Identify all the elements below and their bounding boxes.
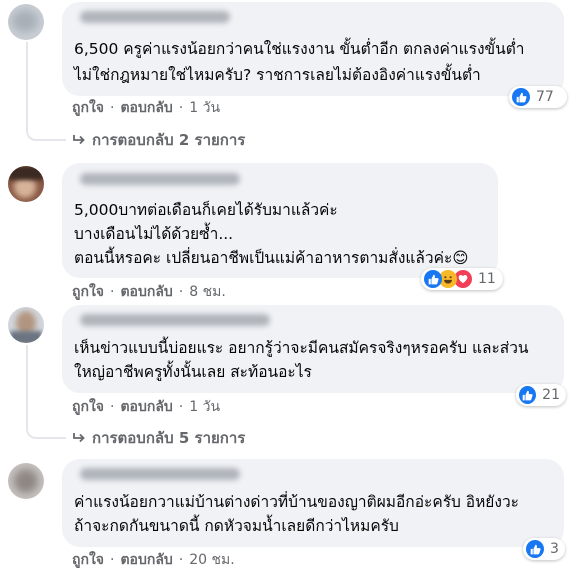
view-replies-button[interactable]: การตอบกลับ 5 รายการ [72, 426, 245, 450]
reply-link[interactable]: ตอบกลับ [120, 284, 172, 300]
comment-text-line: ใหญ่อาชีพครูทั้งนั้นเลย สะท้อนอะไร [74, 363, 312, 381]
like-link[interactable]: ถูกใจ [72, 399, 104, 415]
comment-time[interactable]: 8 ชม. [189, 284, 226, 300]
reaction-summary[interactable]: 21 [516, 384, 566, 406]
like-link[interactable]: ถูกใจ [72, 552, 104, 568]
comment-bubble: เห็นข่าวแบบนี้บ่อยแระ อยากรู้ว่าจะมีคนสม… [62, 305, 564, 393]
avatar[interactable] [8, 463, 44, 499]
comment-time[interactable]: 1 วัน [189, 399, 220, 415]
reaction-count: 3 [550, 541, 559, 557]
view-replies-label: การตอบกลับ 2 รายการ [92, 131, 246, 149]
comment-text-line: ตอนนี้หรอคะ เปลี่ยนอาชีพเป็นแม่ค้าอาหารต… [74, 249, 469, 267]
comment-text-line: บางเดือนไม่ได้ด้วยซ้ำ... [74, 225, 234, 243]
thumbs-up-icon [512, 88, 530, 106]
avatar[interactable] [8, 4, 44, 40]
comment-text-line: ถ้าจะกดกันขนาดนี้ กดหัวจมน้ำเลยดีกว่าไหม… [74, 517, 399, 535]
comment-text-line: ไม่ใช่กฎหมายใช่ไหมครับ? ราชการเลยไม่ต้อง… [74, 66, 481, 84]
comment-text-line: 5,000บาทต่อเดือนก็เคยได้รับมาแล้วค่ะ [74, 201, 338, 219]
reaction-count: 77 [536, 89, 554, 105]
reaction-count: 11 [478, 271, 496, 287]
reaction-summary[interactable]: 11 [421, 268, 503, 290]
reply-link[interactable]: ตอบกลับ [120, 399, 172, 415]
comment-actions: ถูกใจ · ตอบกลับ · 8 ชม. [72, 284, 226, 300]
comment-actions: ถูกใจ · ตอบกลับ · 1 วัน [72, 100, 221, 116]
comment-actions: ถูกใจ · ตอบกลับ · 20 ชม. [72, 552, 235, 568]
view-replies-button[interactable]: การตอบกลับ 2 รายการ [72, 128, 245, 152]
thread-connector [26, 345, 66, 439]
reaction-summary[interactable]: 3 [523, 538, 565, 560]
reaction-count: 21 [542, 387, 560, 403]
like-link[interactable]: ถูกใจ [72, 100, 104, 116]
comment-text-line: 6,500 ครูค่าแรงน้อยกว่าคนใช่แรงงาน ขั้นต… [74, 40, 525, 58]
thumbs-up-icon [526, 540, 544, 558]
commenter-name[interactable] [80, 173, 240, 185]
avatar[interactable] [8, 307, 44, 343]
comment-time[interactable]: 20 ชม. [189, 552, 234, 568]
thumbs-up-icon [424, 270, 442, 288]
comment-bubble: ค่าแรงน้อยกวาแม่บ้านต่างด่าวที่บ้านของญา… [62, 459, 564, 547]
avatar[interactable] [8, 166, 44, 202]
reply-arrow-icon [73, 135, 85, 145]
reply-arrow-icon [73, 433, 85, 443]
comment-bubble: 5,000บาทต่อเดือนก็เคยได้รับมาแล้วค่ะ บาง… [62, 163, 498, 278]
thumbs-up-icon [519, 386, 537, 404]
reaction-summary[interactable]: 77 [509, 86, 567, 108]
thread-connector [26, 42, 66, 141]
comment-time[interactable]: 1 วัน [189, 100, 220, 116]
commenter-name[interactable] [80, 468, 240, 480]
reply-link[interactable]: ตอบกลับ [120, 100, 172, 116]
commenter-name[interactable] [80, 11, 230, 23]
reply-link[interactable]: ตอบกลับ [120, 552, 172, 568]
comment-text-line: เห็นข่าวแบบนี้บ่อยแระ อยากรู้ว่าจะมีคนสม… [74, 339, 529, 357]
like-link[interactable]: ถูกใจ [72, 284, 104, 300]
comment-actions: ถูกใจ · ตอบกลับ · 1 วัน [72, 399, 221, 415]
view-replies-label: การตอบกลับ 5 รายการ [92, 429, 246, 447]
comment-text-line: ค่าแรงน้อยกวาแม่บ้านต่างด่าวที่บ้านของญา… [74, 493, 519, 511]
commenter-name[interactable] [80, 314, 270, 326]
comment-bubble: 6,500 ครูค่าแรงน้อยกว่าคนใช่แรงงาน ขั้นต… [62, 2, 564, 96]
